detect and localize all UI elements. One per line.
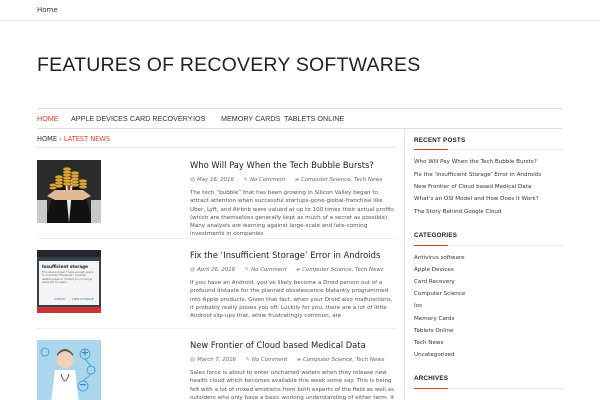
article-meta: ▤ April 26, 2016 ✎ No Comment ▰ Computer Sc… <box>190 267 384 273</box>
archives-title: ARCHIVES <box>414 375 449 382</box>
article-comments[interactable]: No Comment <box>251 267 286 273</box>
article-title[interactable]: Fix the ‘Insufficient Storage’ Error in … <box>190 250 380 260</box>
category-link[interactable]: Antivirus software <box>414 255 465 261</box>
nav-item-apple-devices[interactable]: APPLE DEVICES <box>71 114 128 123</box>
article-meta: ▤ March 7, 2016 ✎ No Comment ▰ Computer Sci… <box>190 357 384 363</box>
comment-icon: ✎ <box>243 177 248 183</box>
article-date: March 7, 2016 <box>197 357 236 363</box>
category-link[interactable]: Ios <box>414 303 422 309</box>
coins-businessman-image <box>37 160 101 223</box>
folder-icon: ▰ <box>296 267 301 273</box>
calendar-icon: ▤ <box>190 357 196 363</box>
calendar-icon: ▤ <box>190 177 196 183</box>
recent-post-link[interactable]: Who Will Pay When the Tech Bubble Bursts… <box>414 159 537 165</box>
categories-title: CATEGORIES <box>414 232 458 239</box>
article-meta: ▤ May 16, 2016 ✎ No Comment ▰ Computer Scie… <box>190 177 382 183</box>
category-link[interactable]: Tech News <box>414 340 443 346</box>
breadcrumb: HOME › LATEST NEWS <box>37 135 110 143</box>
dialog-heading: Insufficient storage <box>42 264 88 269</box>
article-date: April 26, 2016 <box>197 267 236 273</box>
article-excerpt: Sales force is about to enter uncharted … <box>190 370 395 400</box>
comment-icon: ✎ <box>244 267 250 273</box>
comment-icon: ✎ <box>245 357 250 363</box>
folder-icon: ▰ <box>294 177 299 183</box>
dialog-view-storage: VIEW STORAGE <box>72 297 94 301</box>
recent-post-link[interactable]: What’s an OSI Model and How Does it Work… <box>414 196 539 202</box>
article-divider <box>37 328 397 329</box>
category-link[interactable]: Card Recovery <box>414 279 455 285</box>
category-link[interactable]: Memory Cards <box>414 316 455 322</box>
widget-divider <box>414 149 563 150</box>
article-thumbnail[interactable] <box>37 160 101 223</box>
nav-item-ios[interactable]: IOS <box>193 114 205 123</box>
article-thumbnail[interactable] <box>37 340 101 400</box>
dialog-cancel: CANCEL <box>54 297 66 301</box>
article-title[interactable]: Who Will Pay When the Tech Bubble Bursts… <box>190 160 374 170</box>
widget-divider <box>414 245 563 246</box>
article-categories[interactable]: Computer Science, Tech News <box>301 177 382 183</box>
recent-post-link[interactable]: Fix the ‘Insufficient Storage’ Error in … <box>414 172 541 178</box>
nav-item-tablets-online[interactable]: TABLETS ONLINE <box>284 114 344 123</box>
top-bar: Home <box>0 0 600 21</box>
dialog-screenshot: Insufficient storage This device doesn't… <box>39 261 99 305</box>
article-categories[interactable]: Computer Science, Tech News <box>302 267 383 273</box>
recent-post-link[interactable]: New Frontier of Cloud based Medical Data <box>414 184 531 190</box>
article-comments[interactable]: No Comment <box>250 177 285 183</box>
doctor-digital-interface-image <box>37 340 101 400</box>
article-divider <box>37 238 397 239</box>
breadcrumb-separator: › <box>59 135 62 143</box>
category-link[interactable]: Uncategorized <box>414 352 455 358</box>
nav-item-memory-cards[interactable]: MEMORY CARDS <box>221 114 280 123</box>
category-link[interactable]: Tablets Online <box>414 328 453 334</box>
article-excerpt: If you have an Android, you’ve likely be… <box>190 280 393 320</box>
nav-item-card-recovery[interactable]: CARD RECOVERY <box>130 114 193 123</box>
article-categories[interactable]: Computer Science, Tech News <box>303 357 384 363</box>
top-home-link[interactable]: Home <box>37 6 58 14</box>
dialog-body: This device doesn't have enough space to… <box>42 271 94 284</box>
recent-post-link[interactable]: The Story Behind Google Cloud <box>414 209 501 215</box>
breadcrumb-current: LATEST NEWS <box>63 135 111 143</box>
article-date: May 16, 2016 <box>197 177 234 183</box>
widget-divider <box>414 388 563 389</box>
category-link[interactable]: Apple Devices <box>414 267 454 273</box>
site-title[interactable]: FEATURES OF RECOVERY SOFTWARES <box>37 54 420 77</box>
recent-posts-title: RECENT POSTS <box>414 137 466 144</box>
main-nav: HOME APPLE DEVICES CARD RECOVERY IOS MEM… <box>37 108 563 129</box>
article-excerpt: The tech “bubble” that has been growing … <box>190 190 394 238</box>
folder-icon: ▰ <box>296 357 301 363</box>
calendar-icon: ▤ <box>190 267 196 273</box>
nav-item-home[interactable]: HOME <box>37 114 59 123</box>
content-sidebar-divider <box>404 129 405 400</box>
article-thumbnail[interactable]: Insufficient storage This device doesn't… <box>37 250 101 313</box>
article-comments[interactable]: No Comment <box>252 357 287 363</box>
category-link[interactable]: Computer Science <box>414 291 465 297</box>
breadcrumb-home[interactable]: HOME <box>37 135 57 143</box>
article-title[interactable]: New Frontier of Cloud based Medical Data <box>190 340 366 350</box>
breadcrumb-divider <box>37 147 396 148</box>
